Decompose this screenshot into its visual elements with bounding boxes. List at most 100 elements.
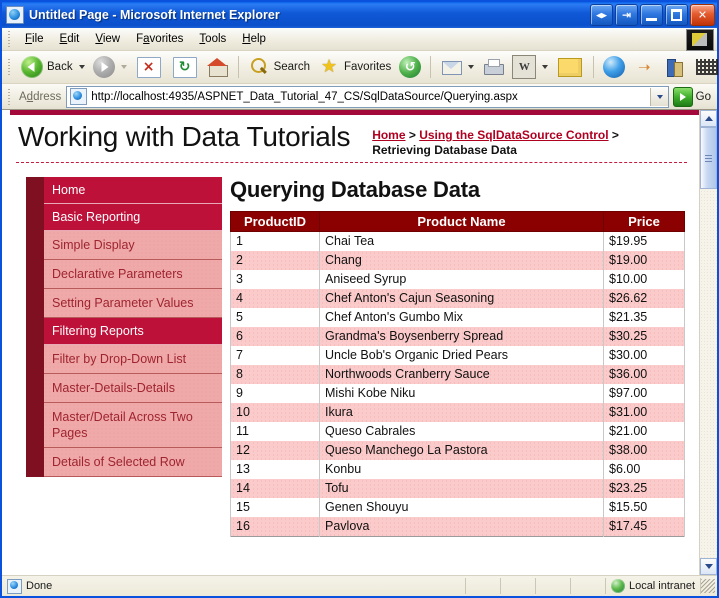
column-header-productid[interactable]: ProductID [230,211,320,232]
messenger-button[interactable]: ➝ [629,52,659,82]
breadcrumb-home-link[interactable]: Home [372,128,405,142]
table-row[interactable]: 9 Mishi Kobe Niku $97.00 [230,384,685,403]
table-row[interactable]: 13 Konbu $6.00 [230,460,685,479]
sidebar-item-filtering-reports[interactable]: Filtering Reports [26,318,222,345]
status-pane-4 [536,578,571,594]
msn-button[interactable] [599,52,629,82]
menu-help[interactable]: Help [234,31,274,47]
scroll-up-button[interactable] [700,110,717,127]
address-dropdown-button[interactable] [649,87,668,106]
table-row[interactable]: 5 Chef Anton's Gumbo Mix $21.35 [230,308,685,327]
nav-accent-strip [26,403,44,448]
security-zone-pane[interactable]: Local intranet [606,578,701,594]
column-header-price[interactable]: Price [603,211,685,232]
status-pane-3 [501,578,536,594]
sidebar-item-declarative-parameters[interactable]: Declarative Parameters [26,260,222,289]
table-row[interactable]: 4 Chef Anton's Cajun Seasoning $26.62 [230,289,685,308]
menu-file[interactable]: File [17,31,52,47]
cell-product-name: Mishi Kobe Niku [319,384,604,403]
edit-chevron-down-icon[interactable] [542,65,549,69]
table-row[interactable]: 6 Grandma's Boysenberry Spread $30.25 [230,327,685,346]
refresh-button[interactable] [167,52,203,82]
sidebar-item-master-detail-across-two-pages[interactable]: Master/Detail Across Two Pages [26,403,222,448]
chevron-down-icon [657,94,664,99]
print-button[interactable] [478,52,508,82]
search-button[interactable]: Search [244,52,314,82]
sidebar-item-filter-by-drop-down-list[interactable]: Filter by Drop-Down List [26,345,222,374]
sidebar-item-master-details-details[interactable]: Master-Details-Details [26,374,222,403]
table-row[interactable]: 11 Queso Cabrales $21.00 [230,422,685,441]
page-title: Querying Database Data [230,177,480,202]
cell-productid: 16 [230,517,320,537]
toolbar-drag-handle[interactable] [6,59,14,75]
table-row[interactable]: 15 Genen Shouyu $15.50 [230,498,685,517]
cell-price: $30.25 [603,327,685,346]
mail-button[interactable] [436,52,478,82]
edit-icon [512,55,537,79]
scroll-thumb[interactable] [700,127,717,189]
breadcrumb-section-link[interactable]: Using the SqlDataSource Control [419,128,608,142]
sidebar-item-basic-reporting[interactable]: Basic Reporting [26,204,222,231]
home-button[interactable] [203,52,233,82]
address-label: Address [19,90,62,103]
column-header-product-name[interactable]: Product Name [319,211,604,232]
table-row[interactable]: 10 Ikura $31.00 [230,403,685,422]
nav-accent-strip [26,345,44,374]
main-content: Querying Database Data ProductID Product… [222,177,699,537]
favorites-button[interactable]: ★ Favorites [314,52,395,82]
mail-chevron-down-icon[interactable] [468,65,475,69]
menu-tools[interactable]: Tools [191,31,234,47]
table-row[interactable]: 12 Queso Manchego La Pastora $38.00 [230,441,685,460]
close-icon: ✕ [697,8,708,22]
restore-group-button[interactable]: ◂▸ [590,4,613,26]
history-button[interactable] [395,52,425,82]
sidebar-item-home[interactable]: Home [26,177,222,204]
table-row[interactable]: 8 Northwoods Cranberry Sauce $36.00 [230,365,685,384]
scroll-track[interactable] [700,127,717,558]
page-vertical-scrollbar[interactable] [699,110,717,575]
table-row[interactable]: 3 Aniseed Syrup $10.00 [230,270,685,289]
cell-price: $19.00 [603,251,685,270]
cell-product-name: Aniseed Syrup [319,270,604,289]
sidebar-item-label: Declarative Parameters [44,260,222,289]
minimize-icon [646,18,657,21]
research-icon [663,56,685,78]
sidebar-item-simple-display[interactable]: Simple Display [26,231,222,260]
menu-view[interactable]: View [87,31,128,47]
sidebar-item-setting-parameter-values[interactable]: Setting Parameter Values [26,289,222,318]
stop-button[interactable] [131,52,167,82]
back-history-chevron-down-icon[interactable] [78,65,85,69]
table-row[interactable]: 16 Pavlova $17.45 [230,517,685,537]
menu-favorites[interactable]: Favorites [128,31,191,47]
cell-price: $31.00 [603,403,685,422]
window-resize-grip[interactable] [701,579,715,593]
back-button[interactable]: Back [17,52,89,82]
table-row[interactable]: 2 Chang $19.00 [230,251,685,270]
address-input[interactable]: http://localhost:4935/ASPNET_Data_Tutori… [66,85,669,108]
menu-drag-handle[interactable] [6,31,14,47]
table-row[interactable]: 7 Uncle Bob's Organic Dried Pears $30.00 [230,346,685,365]
address-drag-handle[interactable] [6,88,14,105]
security-zone-text: Local intranet [628,580,695,592]
table-header-row: ProductID Product Name Price [230,211,685,232]
scroll-down-button[interactable] [700,558,717,575]
notes-button[interactable] [552,52,588,82]
cell-product-name: Grandma's Boysenberry Spread [319,327,604,346]
research-button[interactable] [659,52,689,82]
minimize-button[interactable] [640,4,663,26]
page-icon [7,578,22,594]
sidebar-item-details-of-selected-row[interactable]: Details of Selected Row [26,448,222,477]
close-button[interactable]: ✕ [690,4,715,26]
separate-window-button[interactable]: ⇥ [615,4,638,26]
cell-product-name: Queso Manchego La Pastora [319,441,604,460]
menu-edit[interactable]: Edit [52,31,88,47]
maximize-button[interactable] [665,4,688,26]
go-button[interactable]: Go [670,86,717,107]
print-icon [482,56,505,78]
forward-history-chevron-down-icon [120,65,127,69]
table-row[interactable]: 1 Chai Tea $19.95 [230,231,685,251]
encarta-button[interactable] [689,52,719,82]
edit-button[interactable] [508,52,552,82]
page-viewport: Working with Data Tutorials Home > Using… [2,110,717,575]
table-row[interactable]: 14 Tofu $23.25 [230,479,685,498]
